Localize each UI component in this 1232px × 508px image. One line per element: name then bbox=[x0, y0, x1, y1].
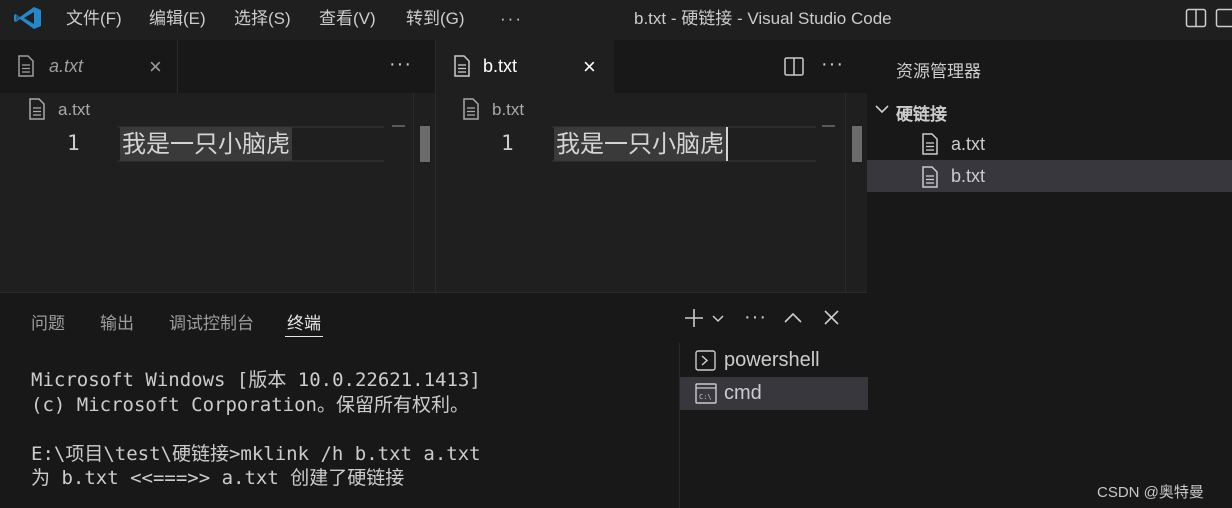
editor-group-right-tabs: b.txt × ··· bbox=[436, 40, 867, 93]
menu-view[interactable]: 查看(V) bbox=[319, 0, 376, 37]
terminal-item-powershell[interactable]: powershell bbox=[680, 344, 868, 377]
toggle-sidebar-icon[interactable] bbox=[1185, 8, 1207, 28]
breadcrumb-file[interactable]: a.txt bbox=[58, 100, 90, 120]
minimap[interactable] bbox=[822, 125, 835, 127]
terminal-label: cmd bbox=[724, 382, 762, 404]
file-icon bbox=[18, 55, 34, 77]
title-bar: 文件(F) 编辑(E) 选择(S) 查看(V) 转到(G) ··· b.txt … bbox=[0, 0, 1232, 37]
new-terminal-icon[interactable] bbox=[684, 308, 704, 328]
terminal-list: powershell C:\ cmd bbox=[679, 343, 868, 508]
terminal-line: Microsoft Windows [版本 10.0.22621.1413] bbox=[31, 369, 481, 391]
more-actions-icon[interactable]: ··· bbox=[389, 53, 412, 76]
chevron-down-icon bbox=[875, 105, 889, 114]
file-name: a.txt bbox=[951, 134, 986, 154]
menu-more[interactable]: ··· bbox=[500, 0, 523, 37]
terminal-item-cmd[interactable]: C:\ cmd bbox=[680, 377, 868, 410]
tab-label: b.txt bbox=[483, 56, 518, 76]
editor-group-left-tabs: a.txt × ··· bbox=[0, 40, 435, 93]
explorer-file-b-txt[interactable]: b.txt bbox=[867, 160, 1232, 192]
terminal-line: 为 b.txt <<===>> a.txt 创建了硬链接 bbox=[31, 467, 405, 489]
chevron-down-icon[interactable] bbox=[712, 315, 724, 323]
tab-b-txt[interactable]: b.txt × bbox=[436, 40, 614, 93]
line-number: 1 bbox=[67, 131, 80, 155]
minimap[interactable] bbox=[392, 125, 405, 127]
file-icon bbox=[29, 98, 45, 120]
svg-text:C:\: C:\ bbox=[699, 393, 712, 401]
explorer-sidebar: 资源管理器 硬链接 a.txt b.txt bbox=[867, 40, 1232, 508]
watermark: CSDN @奥特曼 bbox=[1097, 484, 1204, 501]
maximize-panel-icon[interactable] bbox=[784, 311, 802, 323]
close-icon[interactable]: × bbox=[583, 54, 596, 80]
file-icon bbox=[454, 55, 470, 77]
scrollbar-track bbox=[845, 93, 846, 292]
split-editor-icon[interactable] bbox=[784, 57, 804, 76]
tab-problems[interactable]: 问题 bbox=[31, 309, 65, 334]
folder-name: 硬链接 bbox=[896, 105, 947, 124]
terminal-output[interactable]: Microsoft Windows [版本 10.0.22621.1413] (c… bbox=[31, 368, 481, 491]
terminal-label: powershell bbox=[724, 349, 820, 371]
tab-label: a.txt bbox=[49, 56, 84, 76]
scrollbar-thumb[interactable] bbox=[420, 126, 430, 162]
cmd-icon: C:\ bbox=[695, 383, 717, 404]
terminal-icon bbox=[695, 350, 716, 371]
more-actions-icon[interactable]: ··· bbox=[744, 306, 767, 329]
line-number: 1 bbox=[501, 131, 514, 155]
file-icon bbox=[463, 98, 479, 120]
tab-a-txt[interactable]: a.txt × bbox=[0, 40, 178, 93]
scrollbar-track bbox=[413, 93, 414, 292]
window-title: b.txt - 硬链接 - Visual Studio Code bbox=[634, 9, 892, 28]
menu-file[interactable]: 文件(F) bbox=[66, 0, 122, 37]
code-line[interactable]: 我是一只小脑虎 bbox=[120, 127, 292, 161]
tab-output[interactable]: 输出 bbox=[100, 309, 134, 334]
file-icon bbox=[922, 166, 938, 188]
bottom-panel: 问题 输出 调试控制台 终端 ··· Microsoft Windows [版本… bbox=[0, 292, 868, 508]
breadcrumb-file[interactable]: b.txt bbox=[492, 100, 524, 120]
file-name: b.txt bbox=[951, 166, 986, 186]
close-icon[interactable] bbox=[824, 310, 839, 325]
terminal-line: E:\项目\test\硬链接>mklink /h b.txt a.txt bbox=[31, 442, 481, 465]
terminal-line: (c) Microsoft Corporation。保留所有权利。 bbox=[31, 393, 469, 416]
active-tab-indicator bbox=[285, 336, 323, 337]
menu-go[interactable]: 转到(G) bbox=[406, 0, 465, 37]
explorer-folder[interactable]: 硬链接 bbox=[867, 96, 1232, 124]
more-actions-icon[interactable]: ··· bbox=[821, 53, 844, 76]
menu-edit[interactable]: 编辑(E) bbox=[149, 0, 206, 37]
tab-terminal[interactable]: 终端 bbox=[287, 309, 321, 334]
code-line[interactable]: 我是一只小脑虎 bbox=[554, 127, 728, 161]
close-icon[interactable]: × bbox=[149, 54, 162, 80]
explorer-title: 资源管理器 bbox=[896, 62, 981, 81]
file-icon bbox=[922, 133, 938, 155]
menu-selection[interactable]: 选择(S) bbox=[234, 0, 291, 37]
scrollbar-thumb[interactable] bbox=[852, 126, 862, 162]
explorer-file-a-txt[interactable]: a.txt bbox=[867, 127, 1232, 159]
vscode-logo-icon bbox=[14, 7, 41, 29]
tab-debug-console[interactable]: 调试控制台 bbox=[169, 309, 254, 334]
toggle-panel-icon[interactable] bbox=[1215, 8, 1232, 28]
